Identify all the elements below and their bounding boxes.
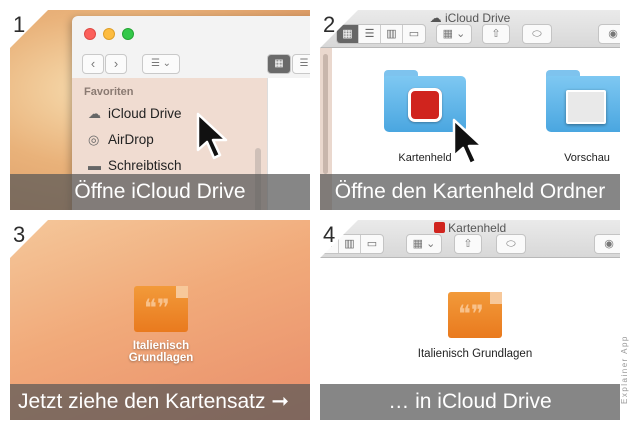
toolbar: ☁ iCloud Drive ▦ ☰ ▥ ▭ ▦ ⌄ ⇧ ⬭ ◉ xyxy=(320,10,620,48)
kartenheld-app-icon xyxy=(408,88,442,122)
step-4-panel: Kartenheld ☰ ▥ ▭ ▦ ⌄ ⇧ ⬭ ◉ 4 ❝❞ Italieni… xyxy=(320,220,620,420)
step-caption: … in iCloud Drive xyxy=(320,384,620,420)
sidebar-item-schreibtisch[interactable]: ▬ Schreibtisch xyxy=(88,158,182,173)
back-button[interactable]: ‹ xyxy=(82,54,104,74)
step-caption: Öffne iCloud Drive xyxy=(10,174,310,210)
speech-bubbles-icon: ❝❞ xyxy=(144,295,170,322)
step-number: 3 xyxy=(13,222,26,247)
tag-button[interactable]: ⬭ xyxy=(522,24,552,44)
step-number: 1 xyxy=(13,12,26,37)
mouse-pointer-icon xyxy=(196,112,228,160)
icon-view-button[interactable]: ▦ xyxy=(267,54,291,74)
preview-app-icon xyxy=(566,90,606,124)
tag-button[interactable]: ⬭ xyxy=(496,234,526,254)
file-label: Italienisch Grundlagen xyxy=(128,340,194,364)
list-view-button[interactable]: ☰ xyxy=(292,54,310,74)
quicklook-eye-button[interactable]: ◉ xyxy=(598,24,620,44)
mouse-pointer-icon xyxy=(452,118,484,166)
desktop-icon: ▬ xyxy=(88,158,101,173)
window-title: Kartenheld xyxy=(320,221,620,235)
share-button[interactable]: ⇧ xyxy=(482,24,510,44)
step-caption: Öffne den Kartenheld Ordner xyxy=(320,174,620,210)
kartenheld-app-icon xyxy=(433,222,445,233)
cloud-icon: ☁ xyxy=(429,11,442,25)
arrange-menu-button[interactable]: ☰ ⌄ xyxy=(142,54,180,74)
card-deck-file[interactable]: ❝❞ xyxy=(448,292,502,338)
card-deck-file[interactable]: ❝❞ xyxy=(134,286,188,332)
share-button[interactable]: ⇧ xyxy=(454,234,482,254)
airdrop-icon: ◎ xyxy=(88,132,100,147)
credit-label: Explainer App xyxy=(620,335,629,405)
folder-vorschau[interactable] xyxy=(546,70,620,132)
file-label: Italienisch Grundlagen xyxy=(417,348,533,360)
cloud-icon: ☁ xyxy=(88,106,101,121)
list-view-icon[interactable]: ☰ xyxy=(359,25,381,43)
quicklook-eye-button[interactable]: ◉ xyxy=(594,234,620,254)
step-3-panel: 3 ❝❞ Italienisch Grundlagen Jetzt ziehe … xyxy=(10,220,310,420)
zoom-window-button[interactable] xyxy=(122,28,134,40)
coverflow-view-icon[interactable]: ▭ xyxy=(361,235,383,253)
window-title: ☁ iCloud Drive xyxy=(429,11,511,25)
close-window-button[interactable] xyxy=(84,28,96,40)
column-view-icon[interactable]: ▥ xyxy=(381,25,403,43)
step-2-panel: ☁ iCloud Drive ▦ ☰ ▥ ▭ ▦ ⌄ ⇧ ⬭ ◉ 2 Karte… xyxy=(320,10,620,210)
speech-bubbles-icon: ❝❞ xyxy=(458,301,484,328)
step-1-panel: 1 ‹ › ☰ ⌄ ▦ ☰ Favoriten ☁ iCloud Drive ◎ A… xyxy=(10,10,310,210)
step-number: 4 xyxy=(323,222,336,247)
sidebar-heading: Favoriten xyxy=(84,86,134,98)
arrange-button[interactable]: ▦ ⌄ xyxy=(406,234,442,254)
step-caption: Jetzt ziehe den Kartensatz ➞ xyxy=(10,384,310,420)
folder-label: Vorschau xyxy=(564,152,610,164)
step-number: 2 xyxy=(323,12,336,37)
sidebar-item-icloud-drive[interactable]: ☁ iCloud Drive xyxy=(88,106,182,122)
coverflow-view-icon[interactable]: ▭ xyxy=(403,25,425,43)
sidebar-item-airdrop[interactable]: ◎ AirDrop xyxy=(88,132,154,148)
arrange-button[interactable]: ▦ ⌄ xyxy=(436,24,472,44)
forward-button[interactable]: › xyxy=(105,54,127,74)
toolbar: Kartenheld ☰ ▥ ▭ ▦ ⌄ ⇧ ⬭ ◉ xyxy=(320,220,620,258)
minimize-window-button[interactable] xyxy=(103,28,115,40)
